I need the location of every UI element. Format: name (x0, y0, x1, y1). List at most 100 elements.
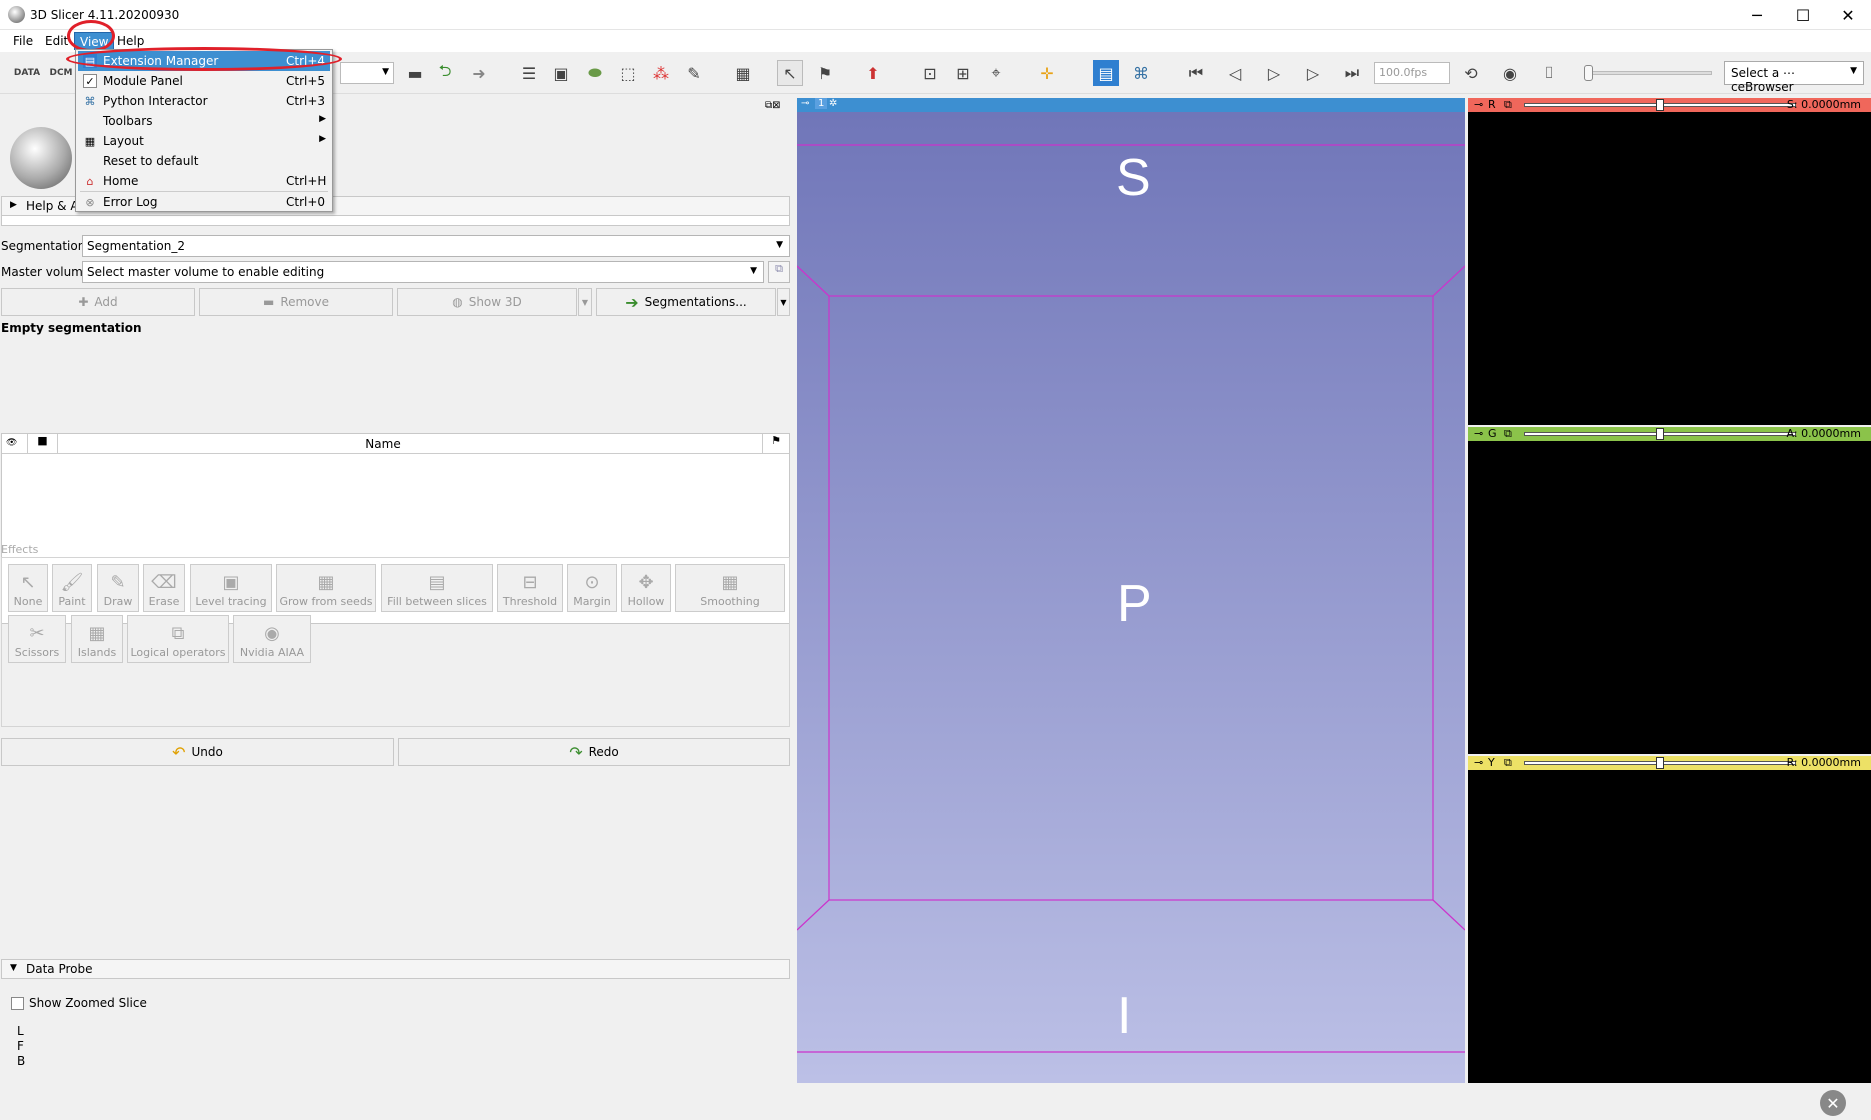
maximize-button[interactable]: ☐ (1780, 0, 1826, 30)
snapshot-icon[interactable]: ⌷ (1536, 60, 1562, 86)
module-selector[interactable]: ▼ (340, 62, 394, 84)
load-data-icon[interactable]: DATA (14, 60, 40, 86)
effect-paint[interactable]: 🖌 Paint (52, 564, 92, 612)
effect-fill-between-slices[interactable]: ▤ Fill between slices (381, 564, 493, 612)
menu-item-reset-to-default[interactable]: Reset to default (78, 151, 330, 171)
red-slice-slider-handle[interactable] (1656, 99, 1664, 111)
fiducial-placement-icon[interactable]: ⬆ (860, 60, 886, 86)
effect-scissors[interactable]: ✂ Scissors (8, 615, 66, 663)
close-window-button[interactable]: ✕ (1825, 0, 1871, 30)
segmentations-dropdown[interactable]: ▼ (777, 288, 790, 316)
show-3d-dropdown[interactable]: ▼ (578, 288, 592, 316)
segment-editor-icon[interactable]: ✎ (681, 60, 707, 86)
data-module-icon[interactable]: ☰ (516, 60, 542, 86)
yellow-slice-slider-handle[interactable] (1656, 757, 1664, 769)
menu-item-python-interactor[interactable]: ⌘ Python Interactor Ctrl+3 (78, 91, 330, 111)
play-icon[interactable]: ▷ (1261, 60, 1287, 86)
pin-icon[interactable]: ⊸ (1474, 98, 1483, 111)
green-arrow-icon: ➔ (625, 292, 639, 312)
segmentation-select[interactable]: Segmentation_2 ▼ (82, 235, 790, 257)
error-log-icon[interactable]: ✕ (1820, 1090, 1846, 1116)
effect-level-tracing[interactable]: ▣ Level tracing (190, 564, 272, 612)
effect-smoothing[interactable]: ▦ Smoothing (675, 564, 785, 612)
effect-margin[interactable]: ⊙ Margin (567, 564, 617, 612)
sequence-slider-handle[interactable] (1584, 65, 1593, 81)
pin-icon[interactable]: ⊸ (1474, 756, 1483, 769)
menu-item-toolbars[interactable]: Toolbars ▶ (78, 111, 330, 131)
first-frame-icon[interactable]: ⏮ (1183, 60, 1209, 86)
back-arrow-icon[interactable]: ⮌ (432, 60, 458, 86)
minimize-button[interactable]: ─ (1734, 0, 1780, 30)
yellow-slice-view[interactable] (1468, 770, 1871, 1083)
menu-file[interactable]: File (8, 32, 38, 50)
3d-view-controller-bar[interactable]: ⊸ 1 ✲ (797, 98, 1465, 112)
models-module-icon[interactable]: ⬬ (582, 60, 608, 86)
green-slice-slider-handle[interactable] (1656, 428, 1664, 440)
master-volume-select[interactable]: Select master volume to enable editing ▼ (82, 261, 764, 283)
3d-view[interactable]: S P I (797, 98, 1465, 1083)
markups-module-icon[interactable]: ⁂ (648, 60, 674, 86)
extension-manager-icon[interactable]: ▤ (1093, 60, 1119, 86)
remove-segment-button[interactable]: ▬ Remove (199, 288, 393, 316)
effect-islands[interactable]: ▦ Islands (71, 615, 123, 663)
effect-grow-from-seeds[interactable]: ▦ Grow from seeds (276, 564, 376, 612)
name-column-header[interactable]: Name (58, 437, 708, 451)
red-slice-view[interactable] (1468, 112, 1871, 425)
red-slice-bar[interactable]: ⊸ R ⧉ S: 0.0000mm (1468, 98, 1871, 112)
screenshot-icon[interactable]: ⊡ (917, 60, 943, 86)
effect-nvidia-aiaa[interactable]: ◉ Nvidia AIAA (233, 615, 311, 663)
sequence-browser-select[interactable]: Select a ⋯ceBrowser ▼ (1724, 61, 1864, 94)
effect-none[interactable]: ↖ None (8, 564, 48, 612)
master-volume-settings-icon[interactable]: ⧉ (768, 261, 790, 283)
add-segment-button[interactable]: ✚ Add (1, 288, 195, 316)
module-history-icon[interactable]: ▬ (402, 60, 428, 86)
mouse-mode-icon[interactable]: ⚑ (812, 60, 838, 86)
effect-draw[interactable]: ✎ Draw (97, 564, 139, 612)
effect-erase[interactable]: ⌫ Erase (143, 564, 185, 612)
redo-button[interactable]: ↷ Redo (398, 738, 790, 766)
green-slice-view[interactable] (1468, 441, 1871, 754)
transforms-module-icon[interactable]: ⬚ (615, 60, 641, 86)
scene-view-icon[interactable]: ⊞ (950, 60, 976, 86)
effect-threshold[interactable]: ⊟ Threshold (497, 564, 563, 612)
data-probe-collapsible[interactable]: ▼ Data Probe (1, 959, 790, 979)
show-zoomed-slice-checkbox[interactable] (11, 997, 24, 1010)
flag-column-icon[interactable]: ⚑ (762, 434, 789, 454)
color-column-icon[interactable]: ■ (28, 434, 58, 454)
show-3d-button[interactable]: ◍ Show 3D (397, 288, 577, 316)
visibility-column-icon[interactable]: 👁 (2, 434, 28, 454)
link-icon[interactable]: ⧉ (1504, 427, 1512, 441)
fps-spinbox[interactable]: 100.0fps (1374, 62, 1450, 84)
undo-button[interactable]: ↶ Undo (1, 738, 394, 766)
link-icon[interactable]: ⧉ (1504, 98, 1512, 112)
segmentations-button[interactable]: ➔ Segmentations... (596, 288, 776, 316)
volumes-module-icon[interactable]: ▣ (548, 60, 574, 86)
previous-frame-icon[interactable]: ◁ (1222, 60, 1248, 86)
python-icon[interactable]: ⌘ (1128, 60, 1154, 86)
green-slice-bar[interactable]: ⊸ G ⧉ A: 0.0000mm (1468, 427, 1871, 441)
menu-item-layout[interactable]: ▦ Layout ▶ (78, 131, 330, 151)
status-bar: ✕ (0, 1085, 1871, 1120)
load-dicom-icon[interactable]: DCM (48, 60, 74, 86)
menu-item-error-log[interactable]: ⊗ Error Log Ctrl+0 (78, 192, 330, 212)
view-settings-icon[interactable]: ✲ (829, 98, 837, 109)
crosshair-icon[interactable]: ✛ (1034, 60, 1060, 86)
effect-hollow[interactable]: ✥ Hollow (621, 564, 671, 612)
loop-icon[interactable]: ⟲ (1458, 60, 1484, 86)
last-frame-icon[interactable]: ⏭ (1339, 60, 1365, 86)
pin-icon[interactable]: ⊸ (801, 98, 809, 109)
panel-float-close-icons[interactable]: ⧉⊠ (765, 100, 789, 112)
menu-item-home[interactable]: ⌂ Home Ctrl+H (78, 171, 330, 191)
crosshair-tool-icon[interactable]: ⌖ (983, 60, 1009, 86)
extension-wizard-icon[interactable]: ▦ (730, 60, 756, 86)
sequence-slider[interactable] (1584, 71, 1712, 75)
pin-icon[interactable]: ⊸ (1474, 427, 1483, 440)
mouse-pointer-icon[interactable]: ↖ (777, 60, 803, 86)
link-icon[interactable]: ⧉ (1504, 756, 1512, 770)
record-icon[interactable]: ◉ (1497, 60, 1523, 86)
forward-arrow-icon[interactable]: ➜ (466, 60, 492, 86)
yellow-slice-bar[interactable]: ⊸ Y ⧉ R: 0.0000mm (1468, 756, 1871, 770)
next-frame-icon[interactable]: ▷ (1300, 60, 1326, 86)
effect-logical-operators[interactable]: ⧉ Logical operators (127, 615, 229, 663)
menu-item-module-panel[interactable]: ✓ Module Panel Ctrl+5 (78, 71, 330, 91)
